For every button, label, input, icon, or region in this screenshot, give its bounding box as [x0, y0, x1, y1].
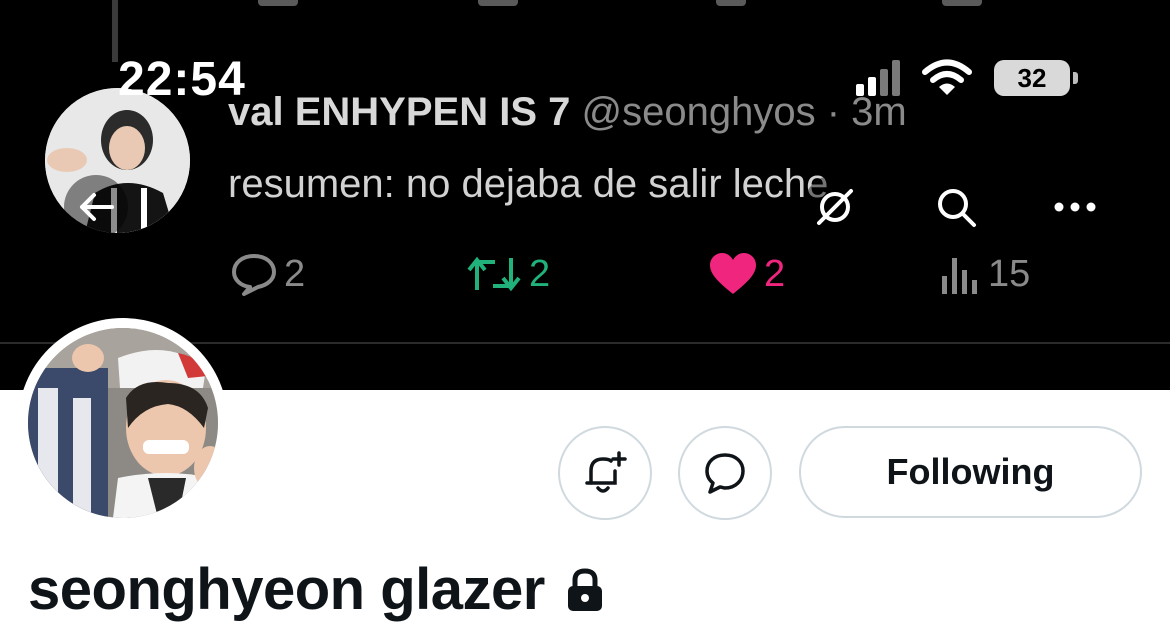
notification-subscribe-button[interactable] [558, 426, 652, 520]
lock-icon [567, 567, 602, 611]
tweet-text: resumen: no dejaba de salir leche [228, 162, 829, 206]
status-bar-icons: 32 [856, 58, 1078, 98]
reply-count: 2 [230, 252, 305, 296]
profile-name-text: seonghyeon glazer [28, 557, 545, 622]
previous-tweet-stubs [0, 0, 1170, 10]
tweet-author-name: val ENHYPEN IS 7 [228, 90, 571, 134]
tweet-author-handle: @seonghyos [581, 90, 816, 134]
battery-level: 32 [1017, 62, 1047, 93]
back-arrow-icon [80, 193, 114, 221]
following-button[interactable]: Following [799, 426, 1142, 518]
heart-icon [710, 253, 756, 294]
views-icon [942, 258, 977, 294]
message-icon [705, 453, 745, 494]
message-button[interactable] [678, 426, 772, 520]
reply-icon [232, 254, 276, 296]
cellular-signal-icon [856, 60, 900, 96]
like-count: 2 [708, 252, 785, 296]
notification-bell-icon [585, 451, 627, 493]
status-time: 22:54 [118, 53, 246, 106]
retweet-icon [467, 256, 521, 292]
more-options-icon [1054, 202, 1096, 212]
wifi-icon [922, 59, 972, 95]
tweet-header: val ENHYPEN IS 7 @seonghyos · 3m [228, 90, 907, 135]
profile-avatar[interactable] [18, 318, 228, 528]
view-count: 15 [940, 252, 1030, 296]
retweet-count: 2 [465, 252, 550, 296]
grok-icon [817, 189, 853, 225]
profile-display-name: seonghyeon glazer [28, 556, 605, 623]
tweet-action-bar: 2 2 2 15 [0, 252, 1170, 302]
back-button[interactable] [64, 175, 128, 239]
grok-button[interactable] [803, 175, 867, 239]
search-button[interactable] [924, 175, 988, 239]
search-icon [938, 189, 976, 227]
more-options-button[interactable] [1043, 175, 1107, 239]
battery-icon: 32 [994, 60, 1078, 96]
